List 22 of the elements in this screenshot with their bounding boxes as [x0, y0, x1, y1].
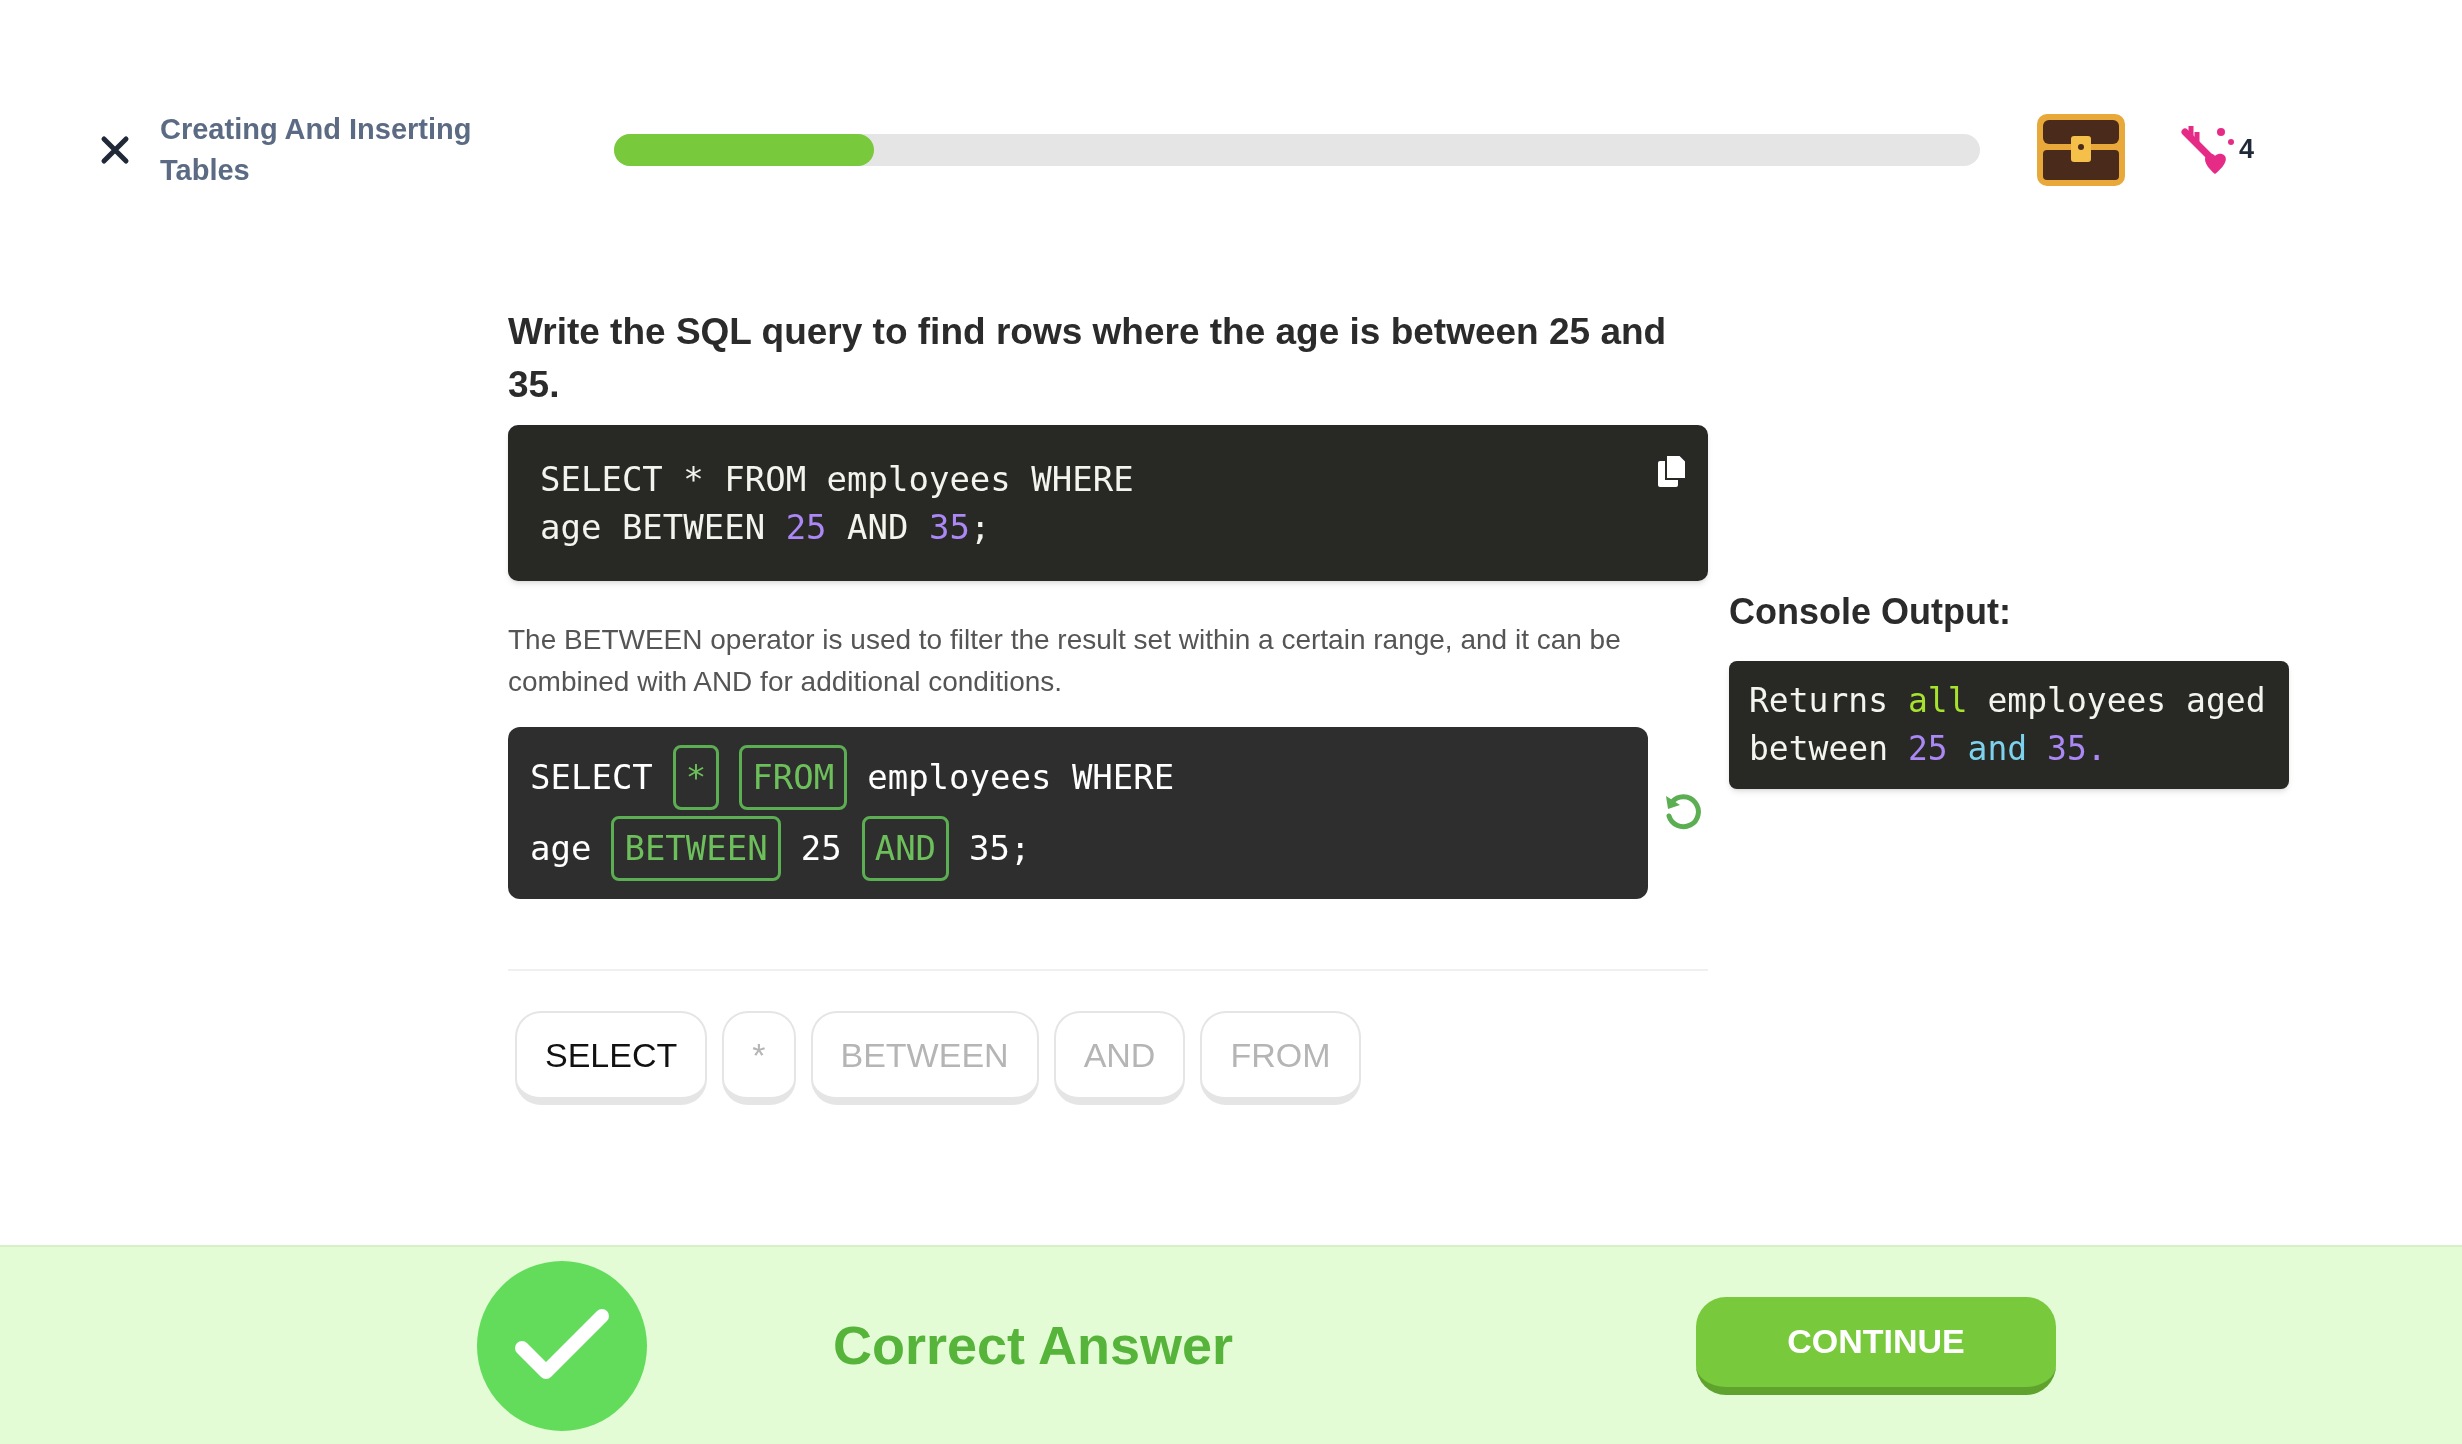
copy-icon[interactable] [1656, 453, 1688, 489]
feedback-message: Correct Answer [833, 1314, 1234, 1377]
answer-slot[interactable]: FROM [739, 745, 848, 810]
code-text: age [530, 827, 592, 870]
code-text: 25 [800, 827, 842, 870]
description-text: The BETWEEN operator is used to filter the result set within a certain range, and it can be combined with AND for additional conditions. [508, 623, 1622, 699]
lives-count: 4 [2239, 133, 2255, 167]
code-line: Returns all employees aged [1749, 680, 2266, 722]
lesson-title: Creating And Inserting Tables [160, 111, 473, 188]
code-line: between 25 and 35. [1749, 728, 2107, 770]
word-chip[interactable]: SELECT [515, 1011, 708, 1105]
code-line: age BETWEEN 25 AND 35; [540, 506, 991, 549]
code-text: 35; [969, 827, 1031, 870]
answer-slot[interactable]: BETWEEN [611, 816, 781, 881]
answer-slot[interactable]: AND [861, 816, 950, 881]
code-line: SELECT * FROM employees WHERE [540, 458, 1134, 501]
close-icon[interactable] [100, 134, 130, 165]
question-text: Write the SQL query to find rows where the age is between 25 and 35. [508, 310, 1668, 407]
code-text: SELECT [530, 756, 653, 799]
console-title: Console Output: [1729, 590, 2012, 634]
answer-slot[interactable]: * [672, 745, 720, 810]
code-text: employees WHERE [867, 756, 1175, 799]
